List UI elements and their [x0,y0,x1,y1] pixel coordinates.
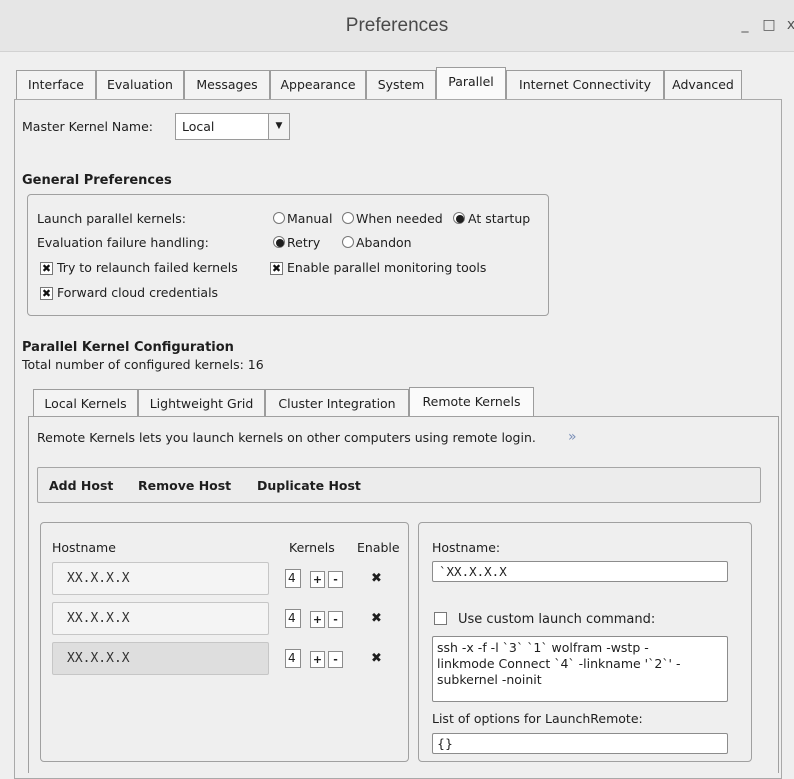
increment-button[interactable]: + [310,571,325,588]
radio-at-startup-label: At startup [468,211,531,226]
window-title: Preferences [345,15,449,36]
enable-column-header: Enable [357,540,400,555]
remove-host-button[interactable]: Remove Host [138,478,231,493]
enable-checkbox[interactable]: ✖ [370,612,383,625]
minimize-button[interactable]: _ [736,15,754,35]
kernel-count-field[interactable]: 4 [285,609,301,628]
general-preferences-heading: General Preferences [22,173,172,188]
radio-at-startup[interactable] [453,212,465,224]
kernel-count-field[interactable]: 4 [285,649,301,668]
subtab-remote-kernels[interactable]: Remote Kernels [409,387,534,417]
enable-checkbox[interactable]: ✖ [370,652,383,665]
total-kernels-text: Total number of configured kernels: 16 [22,357,264,372]
tab-parallel[interactable]: Parallel [436,67,506,99]
tab-advanced[interactable]: Advanced [664,70,742,100]
decrement-button[interactable]: - [328,571,343,588]
tab-appearance[interactable]: Appearance [270,70,366,100]
detail-hostname-input[interactable]: `XX.X.X.X [432,561,728,582]
tab-evaluation[interactable]: Evaluation [96,70,184,100]
add-host-button[interactable]: Add Host [49,478,113,493]
options-input[interactable]: {} [432,733,728,754]
kernel-count-field[interactable]: 4 [285,569,301,588]
tab-messages[interactable]: Messages [184,70,270,100]
radio-manual-label: Manual [287,211,333,226]
radio-manual[interactable] [273,212,285,224]
radio-abandon-label: Abandon [356,235,412,250]
detail-hostname-label: Hostname: [432,540,501,555]
custom-command-checkbox[interactable] [434,612,447,625]
radio-when-needed-label: When needed [356,211,443,226]
custom-command-label: Use custom launch command: [458,612,656,627]
close-button[interactable]: x [782,15,794,35]
decrement-button[interactable]: - [328,651,343,668]
relaunch-label: Try to relaunch failed kernels [57,260,238,275]
subtab-lightweight-grid[interactable]: Lightweight Grid [138,389,265,417]
command-line: linkmode Connect `4` -linkname '`2`' - [437,656,681,671]
hostname-column-header: Hostname [52,540,116,555]
launch-kernels-label: Launch parallel kernels: [37,211,186,226]
radio-abandon[interactable] [342,236,354,248]
options-label: List of options for LaunchRemote: [432,711,643,726]
launch-command-textarea[interactable]: ssh -x -f -l `3` `1` wolfram -wstp - lin… [432,636,728,702]
maximize-button[interactable]: □ [760,15,778,35]
subtab-cluster-integration[interactable]: Cluster Integration [265,389,409,417]
kernels-column-header: Kernels [289,540,335,555]
tab-internet-connectivity[interactable]: Internet Connectivity [506,70,664,100]
host-row-hostname[interactable]: XX.X.X.X [52,602,269,635]
more-info-link[interactable]: » [568,429,577,445]
command-line: ssh -x -f -l `3` `1` wolfram -wstp - [437,640,649,655]
host-row-hostname[interactable]: XX.X.X.X [52,642,269,675]
eval-failure-label: Evaluation failure handling: [37,235,209,250]
increment-button[interactable]: + [310,611,325,628]
tab-interface[interactable]: Interface [16,70,96,100]
cloud-credentials-checkbox[interactable]: ✖ [40,287,53,300]
radio-retry-label: Retry [287,235,321,250]
decrement-button[interactable]: - [328,611,343,628]
master-kernel-value: Local [182,119,215,134]
enable-checkbox[interactable]: ✖ [370,572,383,585]
relaunch-checkbox[interactable]: ✖ [40,262,53,275]
dropdown-arrow-icon: ▼ [268,114,289,139]
master-kernel-label: Master Kernel Name: [22,119,153,134]
increment-button[interactable]: + [310,651,325,668]
radio-retry[interactable] [273,236,285,248]
monitoring-checkbox[interactable]: ✖ [270,262,283,275]
host-row-hostname[interactable]: XX.X.X.X [52,562,269,595]
command-line: subkernel -noinit [437,672,542,687]
monitoring-label: Enable parallel monitoring tools [287,260,487,275]
subtab-local-kernels[interactable]: Local Kernels [33,389,138,417]
kernel-config-heading: Parallel Kernel Configuration [22,340,234,355]
cloud-credentials-label: Forward cloud credentials [57,285,219,300]
duplicate-host-button[interactable]: Duplicate Host [257,478,361,493]
tab-system[interactable]: System [366,70,436,100]
master-kernel-select[interactable]: Local ▼ [175,113,290,140]
remote-description: Remote Kernels lets you launch kernels o… [37,430,536,445]
radio-when-needed[interactable] [342,212,354,224]
